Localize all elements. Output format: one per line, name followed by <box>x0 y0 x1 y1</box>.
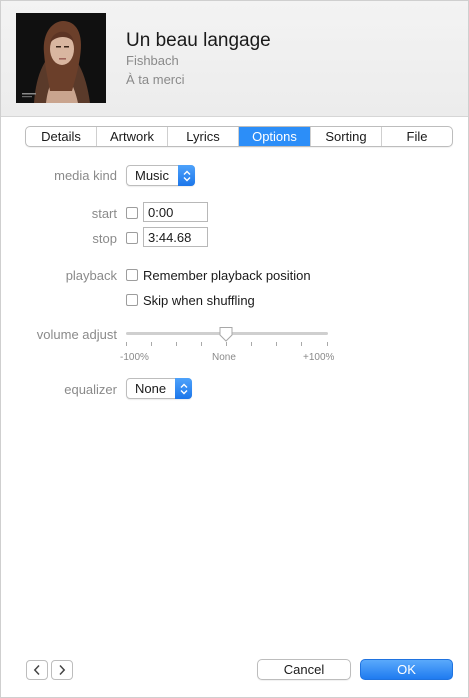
start-time-field[interactable]: 0:00 <box>143 202 208 222</box>
slider-tick <box>327 342 328 346</box>
playback-label: playback <box>65 268 117 283</box>
song-title: Un beau langage <box>126 30 271 51</box>
tab-file[interactable]: File <box>382 127 452 146</box>
slider-tick <box>176 342 177 346</box>
tab-options[interactable]: Options <box>239 127 311 146</box>
equalizer-label: equalizer <box>64 382 117 397</box>
volume-mid-label: None <box>212 352 236 363</box>
equalizer-popup[interactable]: None <box>126 378 192 399</box>
skip-shuffling-label[interactable]: Skip when shuffling <box>143 293 255 308</box>
cancel-button[interactable]: Cancel <box>257 659 351 680</box>
volume-adjust-label: volume adjust <box>36 327 117 342</box>
tab-details[interactable]: Details <box>26 127 97 146</box>
tab-bar: Details Artwork Lyrics Options Sorting F… <box>25 126 453 147</box>
media-kind-value: Music <box>135 168 169 183</box>
volume-min-label: -100% <box>120 352 149 363</box>
slider-tick <box>301 342 302 346</box>
remember-position-checkbox[interactable] <box>126 269 138 281</box>
media-kind-label: media kind <box>54 168 117 183</box>
ok-button[interactable]: OK <box>360 659 453 680</box>
slider-tick <box>126 342 127 346</box>
chevron-right-icon <box>59 664 66 676</box>
next-item-button[interactable] <box>51 660 73 680</box>
equalizer-value: None <box>135 381 167 396</box>
stop-label: stop <box>92 231 117 246</box>
get-info-window: Un beau langage Fishbach À ta merci Deta… <box>0 0 469 698</box>
slider-tick <box>201 342 202 346</box>
remember-position-label[interactable]: Remember playback position <box>143 268 311 283</box>
stop-time-field[interactable]: 3:44.68 <box>143 227 208 247</box>
tab-artwork[interactable]: Artwork <box>97 127 168 146</box>
volume-max-label: +100% <box>303 352 335 363</box>
volume-slider-knob[interactable] <box>218 326 234 342</box>
slider-tick <box>226 342 227 346</box>
song-header: Un beau langage Fishbach À ta merci <box>1 1 468 117</box>
song-artist: Fishbach <box>126 53 179 68</box>
tab-lyrics[interactable]: Lyrics <box>168 127 239 146</box>
popup-arrows-icon <box>175 378 192 399</box>
skip-shuffling-checkbox[interactable] <box>126 294 138 306</box>
artwork-portrait-image <box>16 13 106 103</box>
slider-tick <box>251 342 252 346</box>
song-album: À ta merci <box>126 72 185 87</box>
start-label: start <box>91 206 117 221</box>
stop-checkbox[interactable] <box>126 232 138 244</box>
album-artwork[interactable] <box>16 13 106 103</box>
start-checkbox[interactable] <box>126 207 138 219</box>
slider-tick <box>276 342 277 346</box>
previous-item-button[interactable] <box>26 660 48 680</box>
popup-arrows-icon <box>178 165 195 186</box>
slider-tick <box>151 342 152 346</box>
media-kind-popup[interactable]: Music <box>126 165 195 186</box>
chevron-left-icon <box>33 664 40 676</box>
tab-sorting[interactable]: Sorting <box>311 127 382 146</box>
